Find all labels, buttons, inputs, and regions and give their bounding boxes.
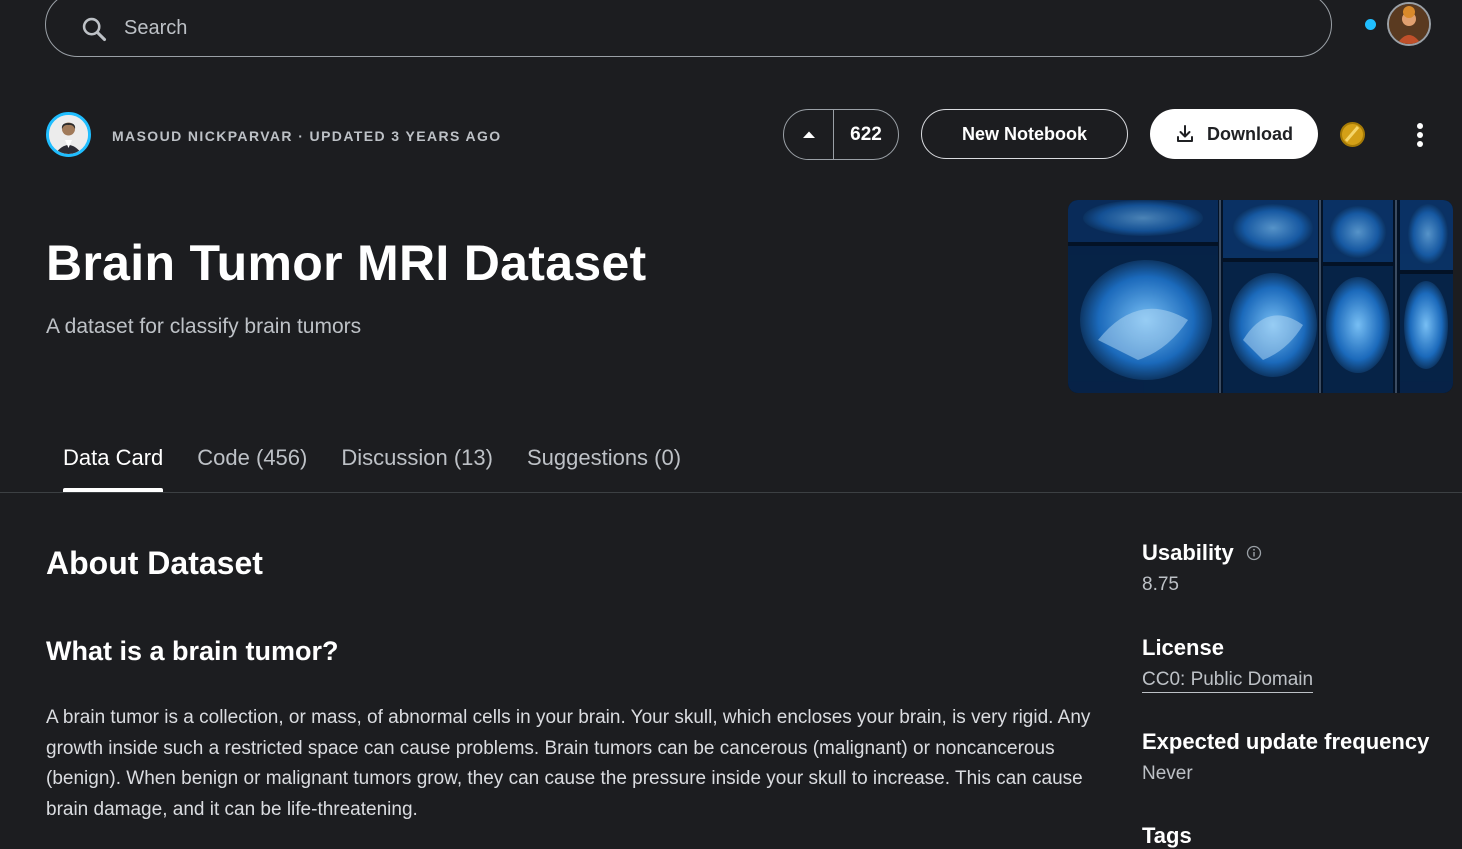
license-section: License CC0: Public Domain xyxy=(1142,635,1314,693)
license-link[interactable]: CC0: Public Domain xyxy=(1142,669,1314,693)
more-vertical-icon xyxy=(1417,123,1423,147)
update-frequency-label: Expected update frequency xyxy=(1142,729,1430,754)
download-button[interactable]: Download xyxy=(1150,109,1318,159)
tabs-divider xyxy=(0,492,1462,493)
tab-bar: Data Card Code (456) Discussion (13) Sug… xyxy=(46,440,698,492)
notification-dot xyxy=(1365,19,1376,30)
tags-section: Tags xyxy=(1142,823,1192,849)
user-avatar-image xyxy=(1389,4,1429,44)
dataset-title: Brain Tumor MRI Dataset xyxy=(46,235,647,291)
new-notebook-button[interactable]: New Notebook xyxy=(921,109,1128,159)
usability-label: Usability xyxy=(1142,540,1234,565)
description-paragraph: A brain tumor is a collection, or mass, … xyxy=(46,707,1091,820)
download-label: Download xyxy=(1207,123,1293,144)
vote-count: 622 xyxy=(850,123,882,145)
section-heading: What is a brain tumor? xyxy=(46,636,339,666)
update-frequency-value: Never xyxy=(1142,763,1193,784)
tab-suggestions[interactable]: Suggestions (0) xyxy=(510,440,698,492)
update-frequency-section: Expected update frequency Never xyxy=(1142,729,1429,785)
author-avatar-image xyxy=(49,115,88,154)
author-update-line[interactable]: MASOUD NICKPARVAR · UPDATED 3 YEARS AGO xyxy=(112,128,502,144)
dataset-cover-image xyxy=(1068,200,1453,393)
dataset-subtitle: A dataset for classify brain tumors xyxy=(46,315,362,338)
search-bar[interactable] xyxy=(45,0,1332,57)
tags-label: Tags xyxy=(1142,823,1192,848)
upvote-button[interactable] xyxy=(784,110,834,159)
more-options-button[interactable] xyxy=(1405,120,1435,150)
author-avatar[interactable] xyxy=(46,112,91,157)
user-avatar[interactable] xyxy=(1387,2,1431,46)
tab-code[interactable]: Code (456) xyxy=(180,440,324,492)
usability-value: 8.75 xyxy=(1142,574,1179,595)
usability-section: Usability 8.75 xyxy=(1142,540,1262,596)
upvote-group: 622 xyxy=(783,109,899,160)
license-label: License xyxy=(1142,635,1224,660)
caret-up-icon xyxy=(802,131,815,138)
search-input[interactable] xyxy=(122,16,922,41)
tab-data-card[interactable]: Data Card xyxy=(46,440,180,492)
info-icon[interactable] xyxy=(1246,545,1262,561)
search-icon xyxy=(82,17,107,41)
download-icon xyxy=(1177,125,1193,142)
tab-discussion[interactable]: Discussion (13) xyxy=(324,440,510,492)
about-dataset-heading: About Dataset xyxy=(46,545,263,581)
medal-icon xyxy=(1340,122,1365,147)
